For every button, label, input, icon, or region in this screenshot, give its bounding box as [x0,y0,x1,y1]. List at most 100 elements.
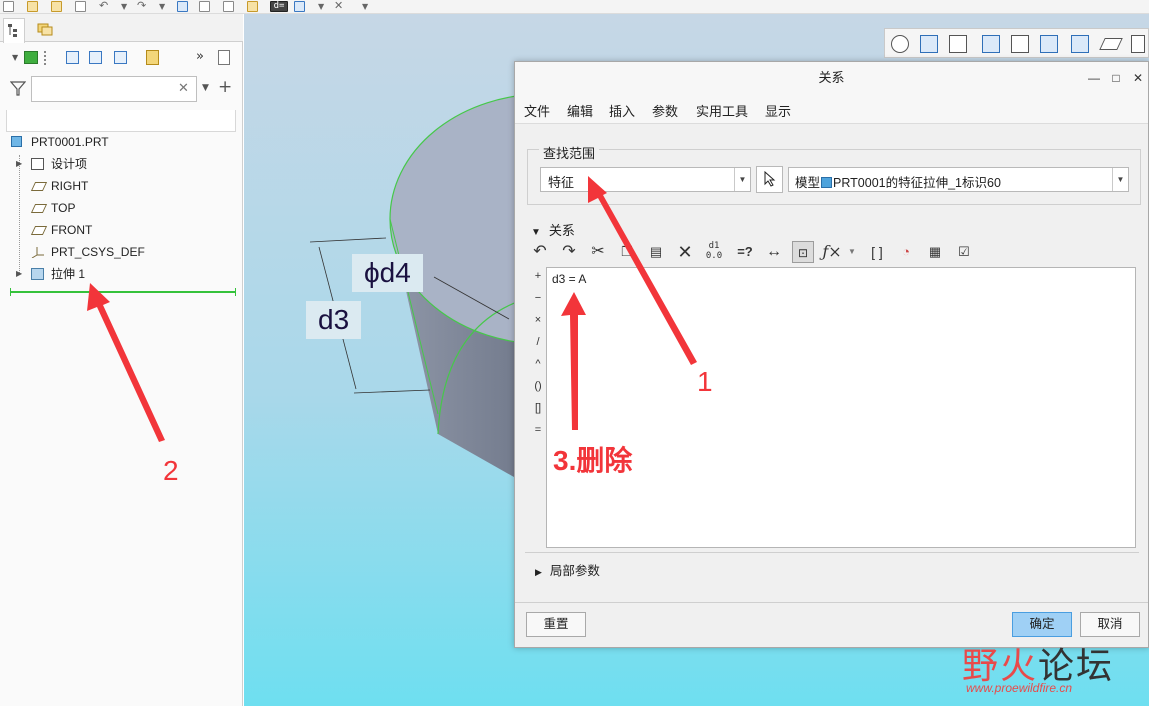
verify-icon[interactable]: ☑ [953,241,975,263]
tree-search-input[interactable] [31,76,197,102]
clear-icon[interactable]: ✕ [178,81,189,96]
reset-button[interactable]: 重置 [526,612,586,637]
dimension-d4[interactable]: ϕd4 [352,254,423,292]
tree-item-front[interactable]: FRONT [0,219,243,241]
redo-icon[interactable]: ↷ [137,0,148,12]
dialog-title-bar[interactable]: 关系 — □ ✕ [515,62,1148,94]
redo-dropdown-icon[interactable]: ▼ [159,2,165,11]
cut-icon[interactable]: ✂ [587,241,609,263]
bookmark-icon[interactable] [146,50,159,65]
delete-icon[interactable]: ✕ [674,241,696,263]
sort-relations-icon[interactable]: ▦ [924,241,946,263]
divide-operator[interactable]: / [529,336,547,348]
perspective-icon[interactable] [1071,35,1089,53]
relations-section-header[interactable]: ▼ 关系 [531,220,575,239]
local-parameters-header[interactable]: ▶ 局部参数 [535,560,600,579]
chevron-down-icon[interactable]: ▼ [734,168,750,191]
zoom-in-icon[interactable] [920,35,938,53]
minus-operator[interactable]: − [529,292,547,304]
undo-dropdown-icon[interactable]: ▼ [121,2,127,11]
view-manager-icon[interactable] [1040,35,1058,53]
display-dropdown-icon[interactable]: ▼ [12,53,18,62]
tree-item-top[interactable]: TOP [0,197,243,219]
ok-button[interactable]: 确定 [1012,612,1072,637]
tab-model-tree[interactable] [3,18,25,43]
window-dropdown-icon[interactable]: ▼ [318,2,324,11]
menu-show[interactable]: 显示 [765,101,791,120]
save-icon[interactable] [75,1,86,12]
print-icon[interactable] [247,1,258,12]
edit-icon[interactable] [223,1,234,12]
display-dimensions-icon[interactable]: ⊡ [792,241,814,263]
tree-filter-icon[interactable] [89,51,102,64]
customize-dropdown-icon[interactable]: ▼ [362,2,368,11]
evaluate-icon[interactable]: =? [734,241,756,263]
units-icon[interactable]: ◔ [895,241,917,263]
display-style-icon[interactable] [982,35,1000,53]
redo-icon[interactable]: ↷ [558,241,580,263]
look-in-type-select[interactable]: 特征 ▼ [540,167,751,192]
close-window-icon[interactable]: ✕ [334,0,345,12]
more-icon[interactable]: » [196,49,204,64]
tree-columns-icon[interactable] [66,51,79,64]
refit-icon[interactable] [949,35,967,53]
copy-icon[interactable]: ❐ [616,241,638,263]
cancel-button[interactable]: 取消 [1080,612,1140,637]
undo-icon[interactable]: ↶ [99,0,110,12]
menu-utilities[interactable]: 实用工具 [696,101,748,120]
chevron-down-icon[interactable]: ▼ [1112,168,1128,191]
relations-editor[interactable]: d3 = A [546,267,1136,548]
tree-item-csys[interactable]: PRT_CSYS_DEF [0,241,243,263]
switch-dimensions-icon[interactable]: d1 0.0 [703,241,725,263]
annotation-display-icon[interactable] [1131,35,1145,53]
brackets-icon[interactable]: [ ] [866,241,888,263]
datum-display-icon[interactable] [1099,38,1123,50]
equals-operator[interactable]: = [529,424,547,436]
expand-icon[interactable]: ▶ [535,567,542,577]
menu-parameters[interactable]: 参数 [652,101,678,120]
multiply-operator[interactable]: × [529,314,547,326]
dimension-value-icon[interactable]: ↔ [763,241,785,263]
folder-icon[interactable] [51,1,62,12]
filter-dropdown-icon[interactable]: ▼ [202,83,209,93]
tab-folder-browser[interactable] [34,18,56,40]
tree-settings-icon[interactable] [114,51,127,64]
annotation-icon[interactable] [199,1,210,12]
function-dropdown-icon[interactable]: ▼ [841,241,863,263]
display-style-icon[interactable] [24,51,38,64]
dimension-d3[interactable]: d3 [306,301,362,339]
menu-file[interactable]: 文件 [524,101,550,120]
close-icon[interactable]: ✕ [1130,70,1146,86]
regenerate-icon[interactable] [177,1,188,12]
collapse-icon[interactable]: ▼ [531,227,541,238]
brackets-operator[interactable]: [] [529,402,547,414]
new-icon[interactable] [3,1,14,12]
tree-item-design-items[interactable]: ▶ 设计项 [0,153,243,175]
look-in-model-select[interactable]: 模型 PRT0001的特征拉伸_1标识60 ▼ [788,167,1129,192]
page-icon[interactable] [218,50,230,65]
parentheses-operator[interactable]: () [529,380,547,392]
paste-icon[interactable]: ▤ [645,241,667,263]
saved-views-icon[interactable] [1011,35,1029,53]
select-object-button[interactable] [756,166,783,193]
menu-edit[interactable]: 编辑 [567,101,593,120]
relations-toolbar: ↶ ↷ ✂ ❐ ▤ ✕ d1 0.0 =? ↔ ⊡ ƒ× ▼ [ ] ◔ ▦ ☑ [529,239,1029,265]
minimize-icon[interactable]: — [1086,70,1102,86]
dimension-icon[interactable]: d= [270,1,288,12]
expand-icon[interactable]: ▶ [16,153,22,175]
tree-item-right[interactable]: RIGHT [0,175,243,197]
power-operator[interactable]: ^ [529,358,547,370]
undo-icon[interactable]: ↶ [529,241,551,263]
open-icon[interactable] [27,1,38,12]
insert-here-marker[interactable] [10,288,236,296]
zoom-fit-icon[interactable] [891,35,909,53]
window-icon[interactable] [294,1,305,12]
maximize-icon[interactable]: □ [1108,70,1124,86]
tree-item-extrude[interactable]: ▶ 拉伸 1 [0,263,243,285]
tree-root[interactable]: PRT0001.PRT [0,131,243,153]
plus-operator[interactable]: + [529,270,547,282]
function-icon[interactable]: ƒ× [821,241,843,263]
add-filter-icon[interactable]: + [218,77,232,97]
menu-insert[interactable]: 插入 [609,101,635,120]
expand-icon[interactable]: ▶ [16,263,22,285]
